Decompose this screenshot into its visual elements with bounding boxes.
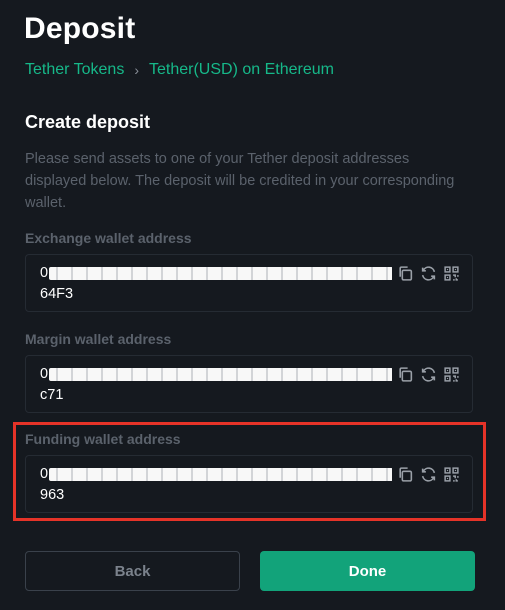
deposit-page: Deposit Tether Tokens › Tether(USD) on E… [0, 0, 505, 610]
margin-wallet-address[interactable]: 0 c71 [40, 364, 392, 406]
qr-code-icon[interactable] [443, 265, 460, 282]
section-title: Create deposit [25, 112, 151, 132]
highlight-box [13, 422, 486, 521]
done-button[interactable]: Done [260, 551, 475, 591]
breadcrumb-tether-tokens[interactable]: Tether Tokens [25, 61, 124, 79]
breadcrumb: Tether Tokens › Tether(USD) on Ethereum [25, 61, 334, 79]
refresh-icon[interactable] [420, 366, 437, 383]
refresh-icon[interactable] [420, 265, 437, 282]
exchange-wallet-address-box: 0 64F3 [25, 254, 473, 312]
qr-code-icon[interactable] [443, 366, 460, 383]
redaction-bar [49, 368, 392, 381]
breadcrumb-tether-usd-ethereum[interactable]: Tether(USD) on Ethereum [149, 61, 334, 79]
copy-icon[interactable] [397, 265, 414, 282]
redaction-bar [49, 267, 392, 280]
exchange-wallet-address[interactable]: 0 64F3 [40, 263, 392, 305]
margin-wallet-label: Margin wallet address [25, 331, 172, 347]
margin-wallet-address-box: 0 c71 [25, 355, 473, 413]
copy-icon[interactable] [397, 366, 414, 383]
back-button[interactable]: Back [25, 551, 240, 591]
breadcrumb-separator: › [134, 62, 139, 78]
page-title: Deposit [24, 12, 136, 45]
section-description: Please send assets to one of your Tether… [25, 151, 455, 211]
exchange-wallet-label: Exchange wallet address [25, 230, 192, 246]
